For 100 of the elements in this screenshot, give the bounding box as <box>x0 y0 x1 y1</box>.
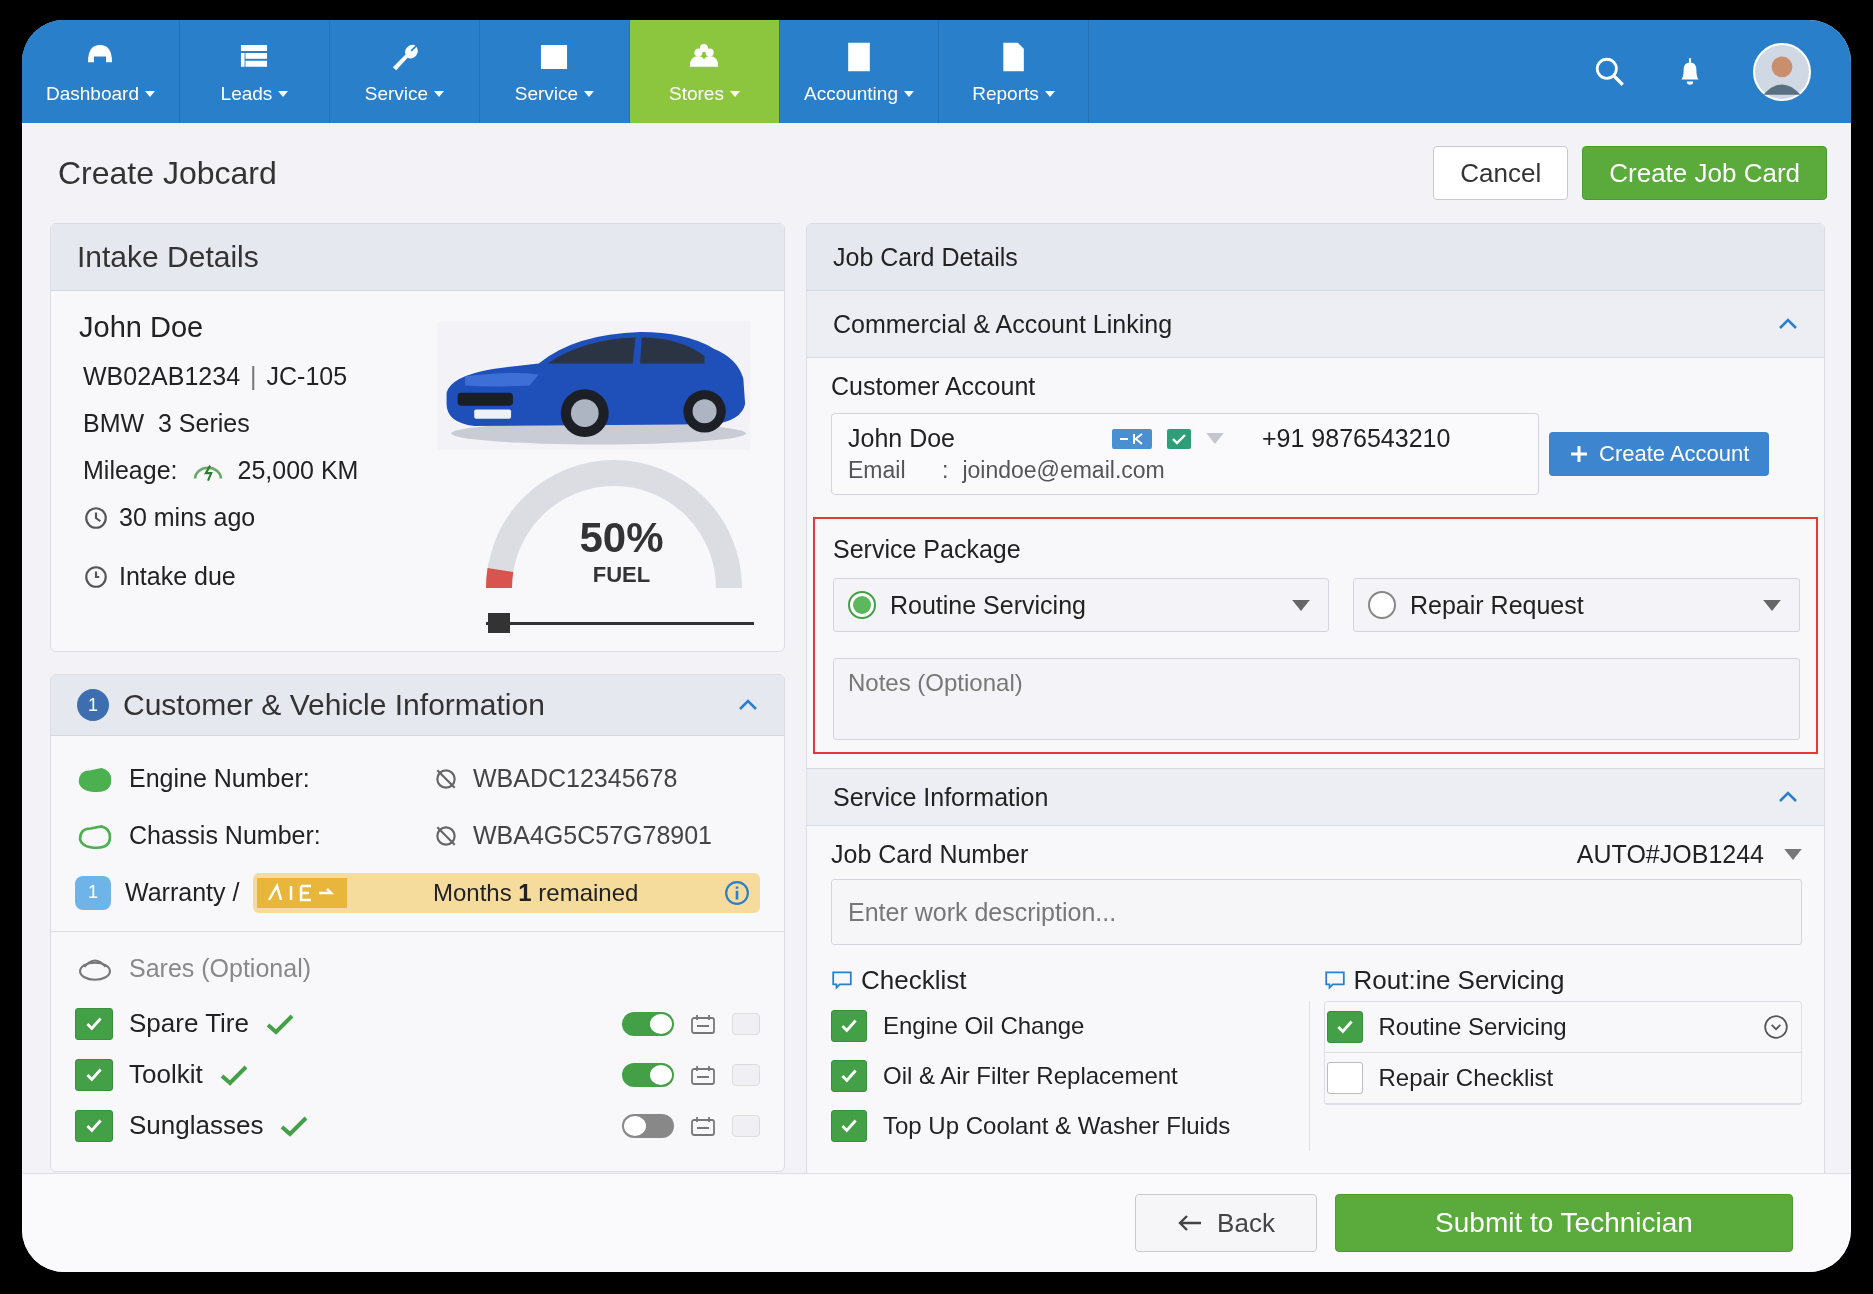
checkbox[interactable] <box>831 1110 867 1142</box>
checkbox[interactable] <box>1326 1011 1363 1043</box>
fuel-reading: 50% <box>579 514 664 562</box>
toggle-switch[interactable] <box>622 1113 674 1138</box>
avatar[interactable] <box>1753 42 1811 101</box>
section-title: Commercial & Account Linking <box>833 309 1173 339</box>
section-header[interactable]: 1 Customer & Vehicle Information <box>51 675 784 736</box>
create-button[interactable]: Create Job Card <box>1582 146 1827 200</box>
caret-icon <box>278 90 289 97</box>
tag-icon <box>1112 428 1152 449</box>
step-badge: 1 <box>77 689 109 721</box>
caret-icon <box>434 90 445 97</box>
checkbox[interactable] <box>831 1060 867 1092</box>
email-address: joindoe@email.com <box>962 457 1165 484</box>
blank-chip <box>732 1012 760 1035</box>
dropdown-icon <box>1763 599 1781 611</box>
card-title: Job Card Details <box>833 242 1018 272</box>
phone-number: +91 9876543210 <box>1262 424 1451 453</box>
checkbox[interactable] <box>831 1010 867 1042</box>
chevron-icon[interactable] <box>1778 791 1798 803</box>
section-header[interactable]: Commercial & Account Linking <box>807 291 1824 358</box>
spare-label: Sunglasses <box>129 1110 264 1141</box>
checklist-item: Engine Oil Change <box>883 1012 1085 1040</box>
calendar-icon[interactable] <box>690 1012 716 1035</box>
caret-icon <box>584 90 595 97</box>
section-title: Service Information <box>833 782 1049 812</box>
field-value: WBA4G5C57G78901 <box>473 821 713 850</box>
caret-icon <box>729 90 740 97</box>
step-badge: 1 <box>75 875 111 910</box>
arrow-left-icon <box>1177 1213 1204 1233</box>
description-field[interactable]: Enter work description... <box>831 879 1802 945</box>
field-label: Customer Account <box>831 372 1037 401</box>
verified-icon <box>1166 428 1192 449</box>
list-title: Rout:ine Servicing <box>1353 964 1565 996</box>
checkbox[interactable] <box>75 1109 113 1142</box>
card-title: Intake Details <box>77 240 259 274</box>
check-icon <box>279 1114 310 1137</box>
spares-title: Sares (Optional) <box>129 953 312 983</box>
dropdown-icon <box>1292 599 1310 611</box>
check-icon <box>264 1012 295 1035</box>
customer-account-field[interactable]: John Doe +91 9876543210 Email : joindoe@email.com <box>831 413 1539 495</box>
checklist-item: Oil & Air Filter Replacement <box>883 1062 1178 1090</box>
plus-icon <box>1569 444 1589 464</box>
warranty-badge-icon <box>257 877 348 908</box>
package-select[interactable]: Repair Request <box>1353 578 1800 632</box>
field-label: Service Package <box>833 535 1022 564</box>
slider-thumb[interactable] <box>488 613 511 633</box>
toggle-switch[interactable] <box>622 1062 674 1087</box>
create-account-button[interactable]: Create Account <box>1549 432 1770 476</box>
dropdown-icon[interactable] <box>1784 849 1802 860</box>
comment-icon <box>1323 969 1346 991</box>
expand-icon[interactable] <box>1763 1014 1789 1040</box>
job-id: JC-105 <box>266 362 348 391</box>
clock-icon <box>83 504 109 531</box>
spare-label: Spare Tire <box>129 1008 249 1039</box>
customer-name: John Doe <box>79 311 205 344</box>
email-label: Email <box>848 457 907 484</box>
caret-icon <box>144 90 155 97</box>
checkbox[interactable] <box>1326 1062 1363 1094</box>
account-name: John Doe <box>848 424 957 453</box>
list-title: Checklist <box>861 964 967 996</box>
vehicle-model: BMW 3 Series <box>83 409 250 438</box>
nav-tab[interactable]: Dashboard <box>22 20 180 123</box>
caret-icon <box>1044 90 1055 97</box>
info-icon[interactable] <box>724 879 750 906</box>
mileage-value: 25,000 KM <box>237 456 359 485</box>
field-value: WBADC12345678 <box>473 764 678 793</box>
cancel-button[interactable]: Cancel <box>1433 146 1569 200</box>
radio-button[interactable] <box>848 591 876 619</box>
separator: | <box>250 362 257 391</box>
check-icon <box>218 1063 249 1086</box>
checklist-item: Top Up Coolant & Washer Fluids <box>883 1112 1231 1140</box>
calendar-icon[interactable] <box>690 1114 716 1137</box>
chevron-icon[interactable] <box>1778 318 1798 330</box>
toggle-switch[interactable] <box>622 1011 674 1036</box>
job-number: AUTO#JOB1244 <box>1576 840 1764 869</box>
caret-icon <box>903 90 914 97</box>
submit-button[interactable]: Submit to Technician <box>1335 1194 1793 1252</box>
clock-icon <box>83 563 109 590</box>
fuel-slider[interactable] <box>486 613 754 633</box>
fuel-label: FUEL <box>592 562 651 588</box>
section-title: Customer & Vehicle Information <box>123 688 545 722</box>
back-button[interactable]: Back <box>1135 1194 1317 1252</box>
field-label: Warranty / <box>125 878 240 907</box>
checkbox[interactable] <box>75 1058 113 1091</box>
chevron-icon[interactable] <box>738 699 758 711</box>
checkbox[interactable] <box>75 1007 113 1040</box>
radio-button[interactable] <box>1368 591 1396 619</box>
comment-icon <box>831 969 853 991</box>
section-header[interactable]: Service Information <box>807 768 1824 826</box>
checklist-item: Repair Checklist <box>1378 1064 1554 1092</box>
mileage-label: Mileage: <box>83 456 178 485</box>
blank-chip <box>732 1114 760 1137</box>
blank-chip <box>732 1063 760 1086</box>
field-label: Chassis Number: <box>129 821 322 850</box>
package-select[interactable]: Routine Servicing <box>833 578 1329 632</box>
calendar-icon[interactable] <box>690 1063 716 1086</box>
intake-due: Intake due <box>119 562 236 591</box>
plate-number: WB02AB1234 <box>83 362 241 391</box>
notes-field[interactable]: Notes (Optional) <box>833 658 1800 740</box>
